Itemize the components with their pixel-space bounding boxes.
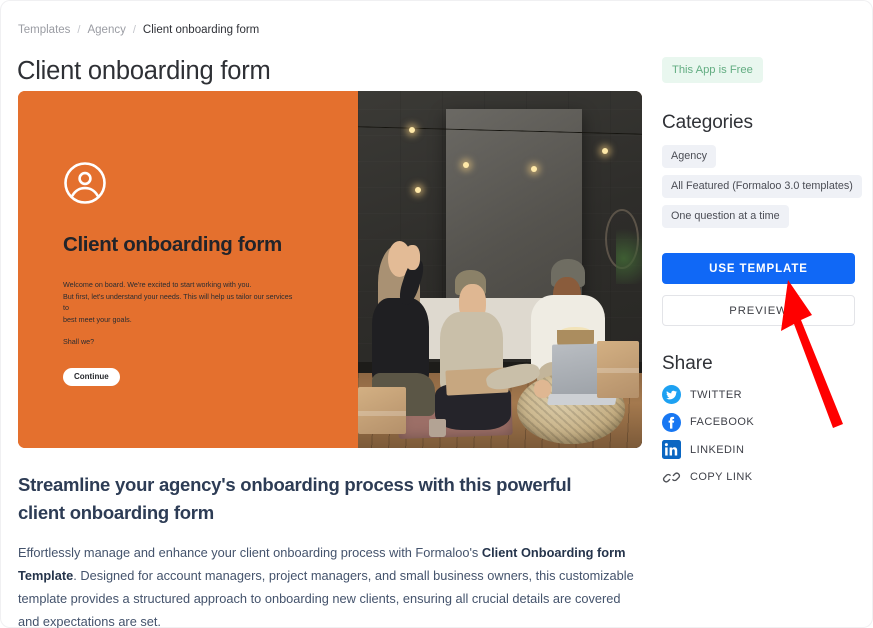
preview-body-line-1: Welcome on board. We're excited to start… — [63, 280, 252, 289]
share-facebook-label: FACEBOOK — [690, 416, 755, 428]
page-title: Client onboarding form — [17, 57, 271, 85]
category-chip-all-featured[interactable]: All Featured (Formaloo 3.0 templates) — [662, 175, 862, 198]
article-description-part-1: Effortlessly manage and enhance your cli… — [18, 545, 482, 560]
use-template-button[interactable]: USE TEMPLATE — [662, 253, 855, 284]
preview-button[interactable]: PREVIEW — [662, 295, 855, 326]
continue-button[interactable]: Continue — [63, 367, 120, 386]
categories-heading: Categories — [662, 112, 753, 133]
template-preview-form-panel: Client onboarding form Welcome on board.… — [18, 91, 358, 448]
share-linkedin-label: LINKEDIN — [690, 443, 745, 456]
breadcrumb-separator: / — [77, 24, 81, 36]
breadcrumb-item-templates[interactable]: Templates — [18, 22, 70, 38]
article-title: Streamline your agency's onboarding proc… — [18, 474, 572, 523]
share-facebook[interactable]: FACEBOOK — [662, 412, 856, 432]
preview-form-body: Welcome on board. We're excited to start… — [63, 279, 295, 348]
template-preview-card[interactable]: Client onboarding form Welcome on board.… — [18, 91, 642, 448]
breadcrumb-item-agency[interactable]: Agency — [87, 22, 125, 38]
breadcrumb-item-current: Client onboarding form — [142, 24, 260, 36]
share-copy-link[interactable]: COPY LINK — [662, 468, 856, 487]
breadcrumb: Templates / Agency / Client onboarding f… — [18, 22, 259, 38]
share-copy-link-label: COPY LINK — [690, 471, 753, 483]
copy-link-icon — [662, 468, 681, 487]
preview-body-line-3: best meet your goals. — [63, 314, 132, 324]
template-preview-photo — [358, 91, 642, 448]
facebook-icon — [662, 412, 681, 432]
category-chip-list: Agency All Featured (Formaloo 3.0 templa… — [662, 145, 862, 228]
article-description-part-2: . Designed for account managers, project… — [18, 568, 634, 628]
breadcrumb-separator: / — [132, 24, 136, 36]
share-twitter[interactable]: TWITTER — [662, 385, 856, 404]
template-detail-page: Templates / Agency / Client onboarding f… — [0, 0, 873, 628]
category-chip-one-question-at-a-time[interactable]: One question at a time — [662, 205, 789, 228]
linkedin-icon — [662, 440, 681, 459]
share-twitter-label: TWITTER — [690, 388, 743, 401]
category-chip-agency[interactable]: Agency — [662, 145, 717, 168]
user-circle-icon — [63, 161, 107, 205]
preview-form-heading: Client onboarding form — [63, 233, 282, 256]
sidebar: This App is Free Categories Agency All F… — [662, 57, 862, 487]
free-app-badge: This App is Free — [662, 57, 763, 83]
share-heading: Share — [662, 353, 713, 374]
article-description: Effortlessly manage and enhance your cli… — [18, 541, 640, 628]
share-linkedin[interactable]: LINKEDIN — [662, 440, 856, 459]
preview-body-line-4: Shall we? — [63, 337, 95, 346]
share-list: TWITTER FACEBOOK LINKEDIN COPY LINK — [662, 385, 856, 487]
preview-body-line-2: But first, let's understand your needs. … — [63, 291, 293, 313]
twitter-icon — [662, 385, 681, 404]
